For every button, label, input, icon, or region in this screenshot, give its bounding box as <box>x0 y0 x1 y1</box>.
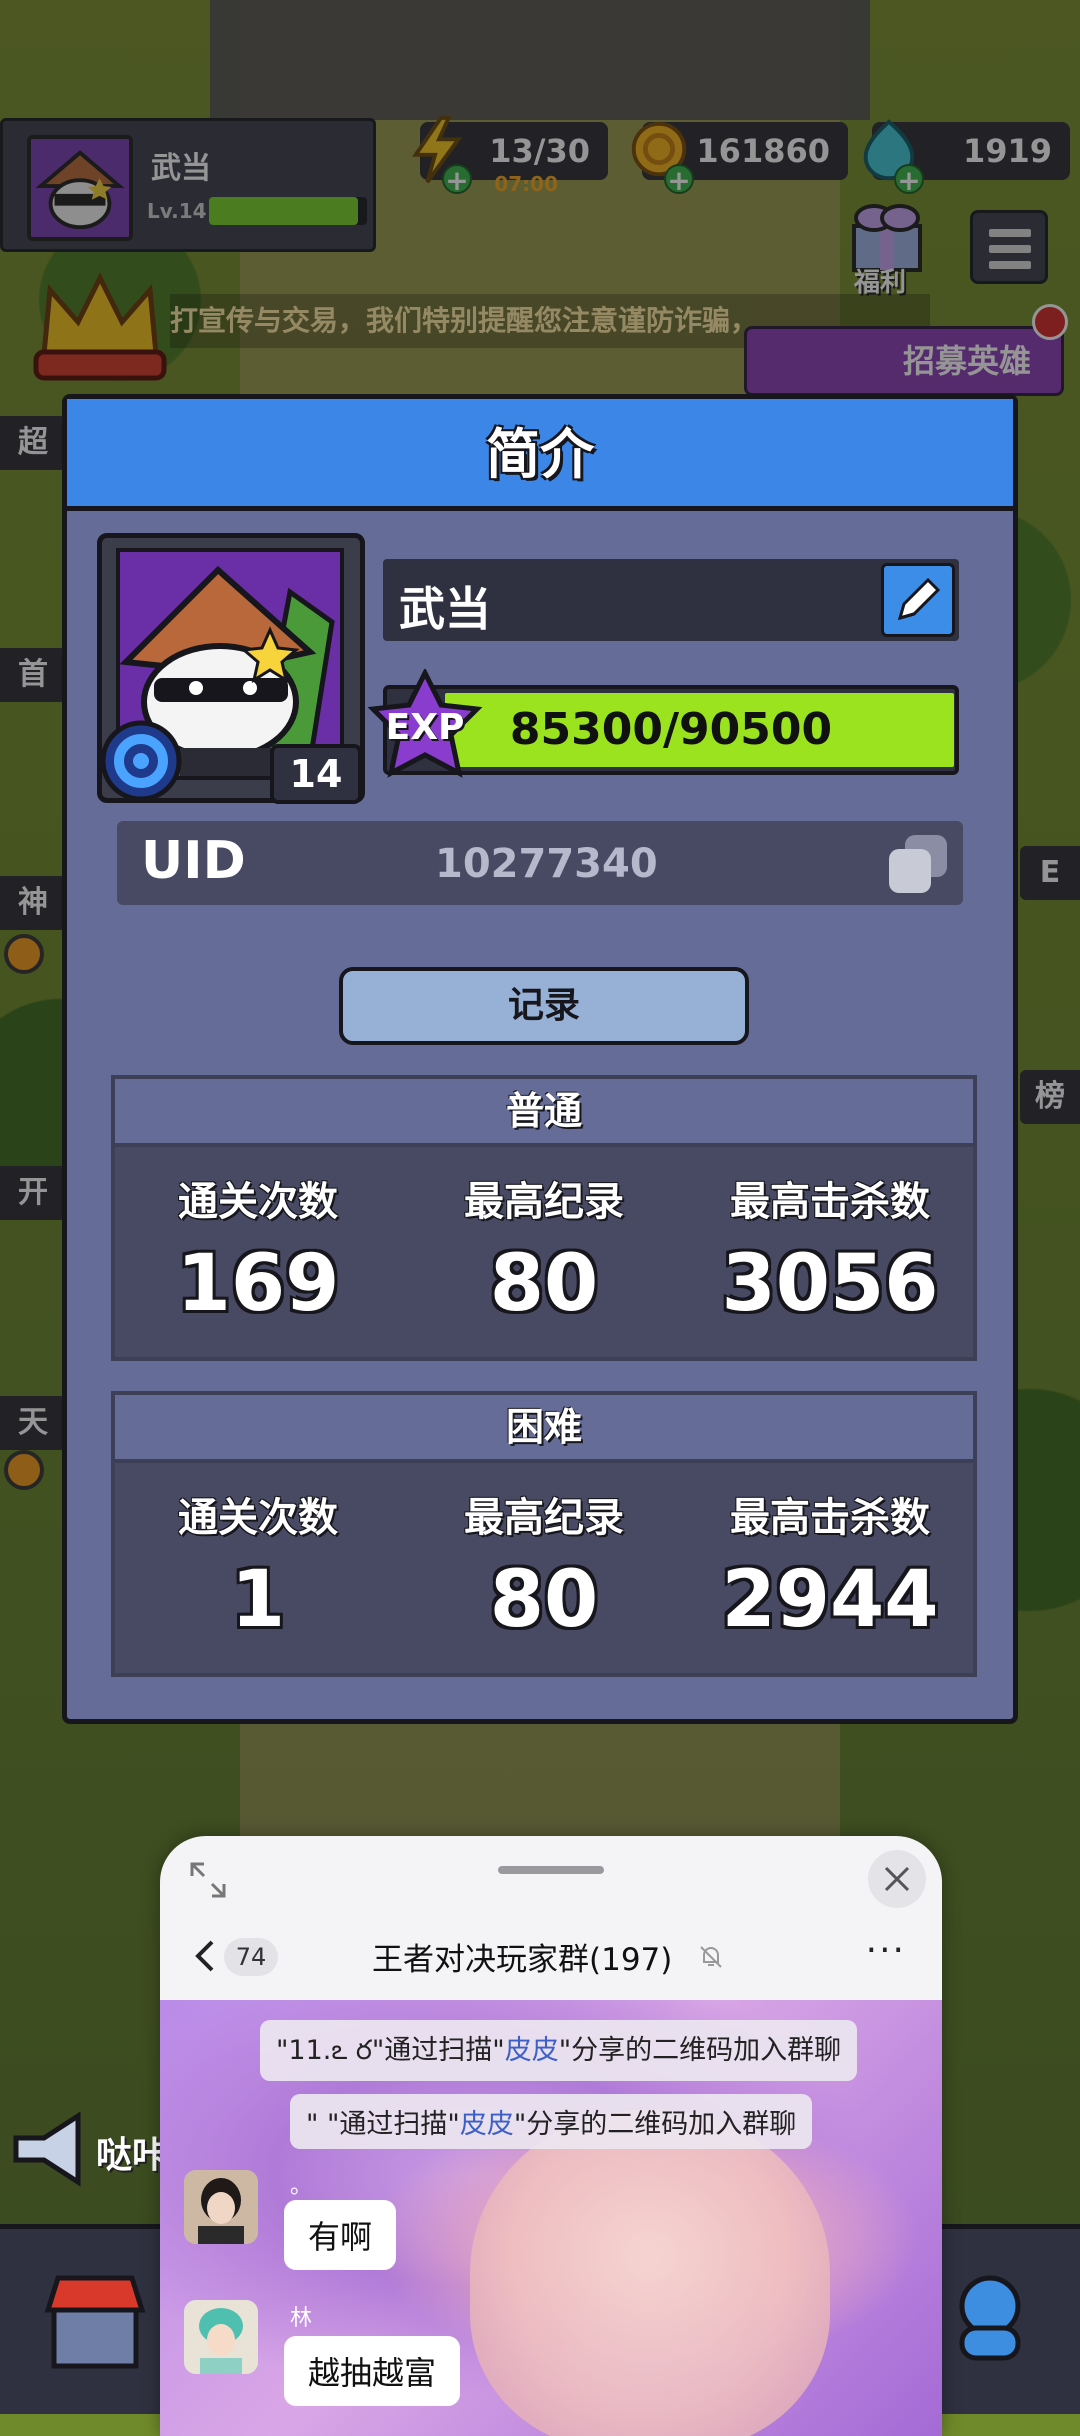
floating-chat-window[interactable]: 74 王者对决玩家群(197) ··· "11.ఽ ర"通过扫描"皮皮"分享的二… <box>160 1836 942 2436</box>
friends-icon[interactable] <box>940 2266 1040 2366</box>
expand-icon[interactable] <box>186 1858 230 1902</box>
change-avatar-icon[interactable] <box>96 716 186 806</box>
name-field: 武当 <box>383 559 959 641</box>
exp-bar: 85300/90500 EXP <box>367 667 959 778</box>
normal-header: 普通 <box>115 1079 973 1147</box>
dialog-title: 简介 <box>67 399 1013 511</box>
normal-stats-panel: 普通 通关次数 169 最高纪录 80 最高击杀数 3056 <box>111 1075 977 1361</box>
system-message-prefix: " <box>306 2109 319 2140</box>
profile-name: 武当 <box>399 582 491 636</box>
kills-label: 最高击杀数 <box>730 1495 930 1541</box>
kills-label: 最高击杀数 <box>730 1179 930 1225</box>
best-value: 80 <box>489 1555 599 1645</box>
best-label: 最高纪录 <box>464 1495 624 1541</box>
best-label: 最高纪录 <box>464 1179 624 1225</box>
system-message-prefix: "11. <box>276 2035 332 2066</box>
kills-value: 2944 <box>721 1555 939 1645</box>
member-avatar[interactable] <box>184 2170 258 2244</box>
clears-value: 1 <box>230 1555 286 1645</box>
edit-name-button[interactable] <box>881 563 955 637</box>
message-bubble[interactable]: 有啊 <box>284 2200 397 2270</box>
back-arrow-icon[interactable] <box>186 1936 226 1976</box>
exp-value: 85300/90500 <box>509 704 833 755</box>
shop-icon[interactable] <box>40 2264 150 2374</box>
profile-level-badge: 14 <box>270 744 362 804</box>
chat-title: 王者对决玩家群(197) <box>372 1942 673 1978</box>
uid-row: UID 10277340 <box>117 821 963 905</box>
system-message: "11.ఽ ర"通过扫描"皮皮"分享的二维码加入群聊 <box>260 2020 858 2081</box>
megaphone-icon <box>13 2111 81 2187</box>
hard-clears: 通关次数 1 <box>115 1463 401 1645</box>
close-icon <box>884 1866 910 1892</box>
message-bubble[interactable]: 越抽越富 <box>284 2336 461 2406</box>
kills-value: 3056 <box>721 1239 939 1329</box>
member-nickname: 。 <box>290 2174 313 2199</box>
clears-label: 通关次数 <box>178 1495 338 1541</box>
normal-kills: 最高击杀数 3056 <box>687 1147 973 1329</box>
system-message-suffix: "分享的二维码加入群聊 <box>558 2035 842 2066</box>
chat-messages[interactable]: "11.ఽ ర"通过扫描"皮皮"分享的二维码加入群聊 " "通过扫描"皮皮"分享… <box>160 2000 942 2436</box>
unread-count-badge: 74 <box>224 1938 278 1976</box>
normal-best: 最高纪录 80 <box>401 1147 687 1329</box>
uid-value: 10277340 <box>435 841 658 887</box>
clears-label: 通关次数 <box>178 1179 338 1225</box>
close-button[interactable] <box>868 1850 926 1908</box>
bell-muted-icon <box>700 1946 722 1968</box>
system-message-user[interactable]: 皮皮 <box>505 2035 559 2066</box>
system-message-suffix: "分享的二维码加入群聊 <box>513 2109 797 2140</box>
system-message-mid: ఽ ర"通过扫描" <box>331 2035 505 2066</box>
exp-badge: EXP <box>365 667 485 793</box>
drag-handle[interactable] <box>498 1866 604 1874</box>
hard-kills: 最高击杀数 2944 <box>687 1463 973 1645</box>
profile-dialog: 简介 14 武当 85300/90500 EXP UID 10277340 记录… <box>62 394 1018 1724</box>
announcement-button[interactable]: 哒咔 <box>0 2100 170 2196</box>
uid-label: UID <box>141 831 246 891</box>
more-options-button[interactable]: ··· <box>866 1933 906 1969</box>
profile-avatar-frame[interactable]: 14 <box>96 533 365 806</box>
chat-header: 74 王者对决玩家群(197) ··· <box>160 1912 942 2000</box>
copy-icon[interactable] <box>883 829 953 899</box>
wallpaper-portrait <box>470 2110 830 2436</box>
system-message-user[interactable]: 皮皮 <box>460 2109 514 2140</box>
normal-clears: 通关次数 169 <box>115 1147 401 1329</box>
member-nickname: 林 <box>290 2306 313 2331</box>
system-message: " "通过扫描"皮皮"分享的二维码加入群聊 <box>290 2094 813 2149</box>
member-avatar[interactable] <box>184 2300 258 2374</box>
system-message-mid: "通过扫描" <box>318 2109 460 2140</box>
record-button[interactable]: 记录 <box>339 967 749 1045</box>
announcement-label: 哒咔 <box>96 2135 169 2176</box>
hard-header: 困难 <box>115 1395 973 1463</box>
pencil-icon <box>897 577 941 621</box>
exp-label: EXP <box>385 707 465 748</box>
clears-value: 169 <box>176 1239 340 1329</box>
hard-best: 最高纪录 80 <box>401 1463 687 1645</box>
hard-stats-panel: 困难 通关次数 1 最高纪录 80 最高击杀数 2944 <box>111 1391 977 1677</box>
best-value: 80 <box>489 1239 599 1329</box>
